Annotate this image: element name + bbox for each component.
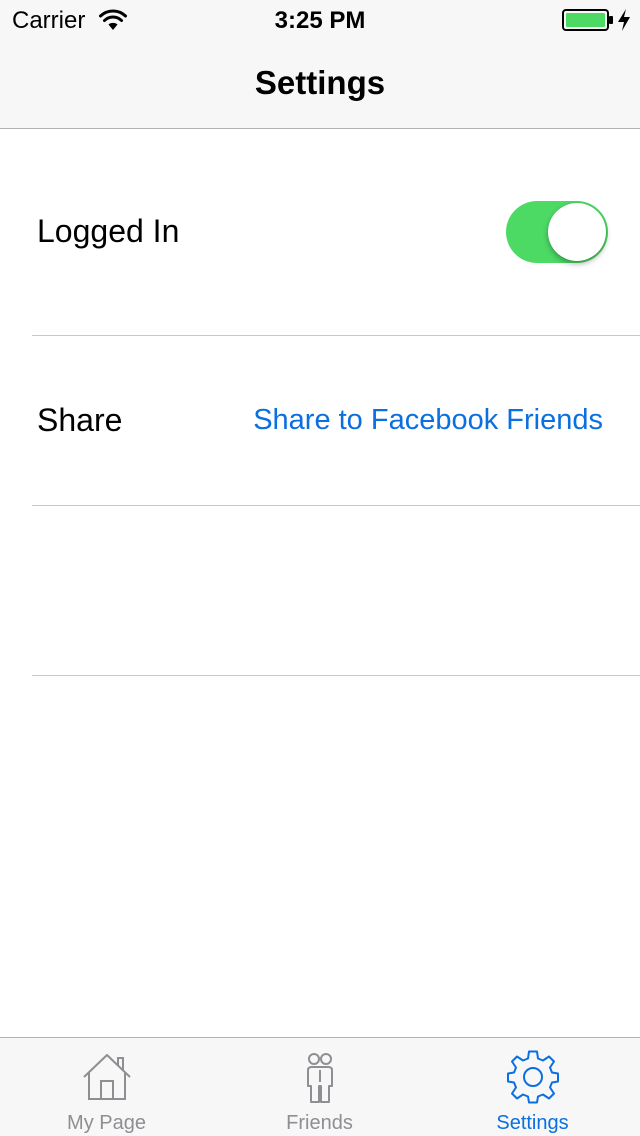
home-icon (82, 1054, 131, 1100)
gear-icon (506, 1050, 559, 1104)
row-separator (32, 505, 640, 506)
page-title: Settings (254, 64, 386, 101)
settings-screen: Carrier 3:25 PM Settings Logged In Share… (0, 0, 640, 1136)
tab-my-page[interactable]: My Page (0, 1038, 213, 1136)
battery-icon (562, 9, 613, 31)
tab-bar: My Page Friends Settings (0, 1037, 640, 1136)
tab-friends-label: Friends (286, 1112, 353, 1134)
logged-in-label: Logged In (37, 213, 180, 249)
logged-in-toggle[interactable] (506, 201, 608, 263)
tab-friends[interactable]: Friends (213, 1038, 426, 1136)
tab-settings[interactable]: Settings (426, 1038, 639, 1136)
tab-settings-label: Settings (496, 1112, 569, 1134)
share-to-facebook-button[interactable]: Share to Facebook Friends (253, 404, 603, 437)
share-label: Share (37, 402, 123, 438)
status-time: 3:25 PM (274, 7, 366, 34)
friends-icon (306, 1053, 333, 1103)
charging-bolt-icon (618, 9, 630, 31)
toggle-knob (548, 203, 606, 261)
tab-my-page-label: My Page (67, 1112, 146, 1134)
status-bar: Carrier 3:25 PM (0, 0, 640, 40)
row-separator (32, 675, 640, 676)
navigation-bar: Carrier 3:25 PM Settings (0, 0, 640, 129)
